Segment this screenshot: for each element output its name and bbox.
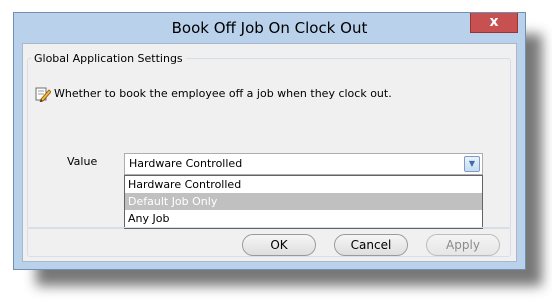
apply-button[interactable]: Apply: [426, 234, 500, 256]
value-combobox[interactable]: Hardware Controlled ▼: [124, 153, 483, 175]
title-bar[interactable]: Book Off Job On Clock Out x: [14, 13, 525, 43]
cancel-button[interactable]: Cancel: [334, 234, 408, 256]
close-button[interactable]: x: [470, 13, 518, 33]
value-label: Value: [67, 155, 98, 168]
chevron-down-icon[interactable]: ▼: [464, 156, 480, 172]
value-dropdown-list: Hardware Controlled Default Job Only Any…: [124, 175, 483, 229]
close-icon: x: [489, 14, 499, 30]
description-text: Whether to book the employee off a job w…: [54, 87, 392, 100]
dialog-client-area: Global Application Settings Whether to b…: [22, 43, 517, 262]
dialog-window: Book Off Job On Clock Out x Global Appli…: [13, 12, 526, 270]
dropdown-option-any-job[interactable]: Any Job: [125, 210, 482, 227]
dropdown-option-default-job-only[interactable]: Default Job Only: [125, 193, 482, 210]
ok-button[interactable]: OK: [242, 234, 316, 256]
dialog-title: Book Off Job On Clock Out: [171, 19, 368, 37]
combobox-selected-value: Hardware Controlled: [129, 157, 243, 170]
pencil-icon: [35, 87, 51, 102]
dropdown-option-hardware-controlled[interactable]: Hardware Controlled: [125, 176, 482, 193]
groupbox-title: Global Application Settings: [31, 52, 186, 65]
